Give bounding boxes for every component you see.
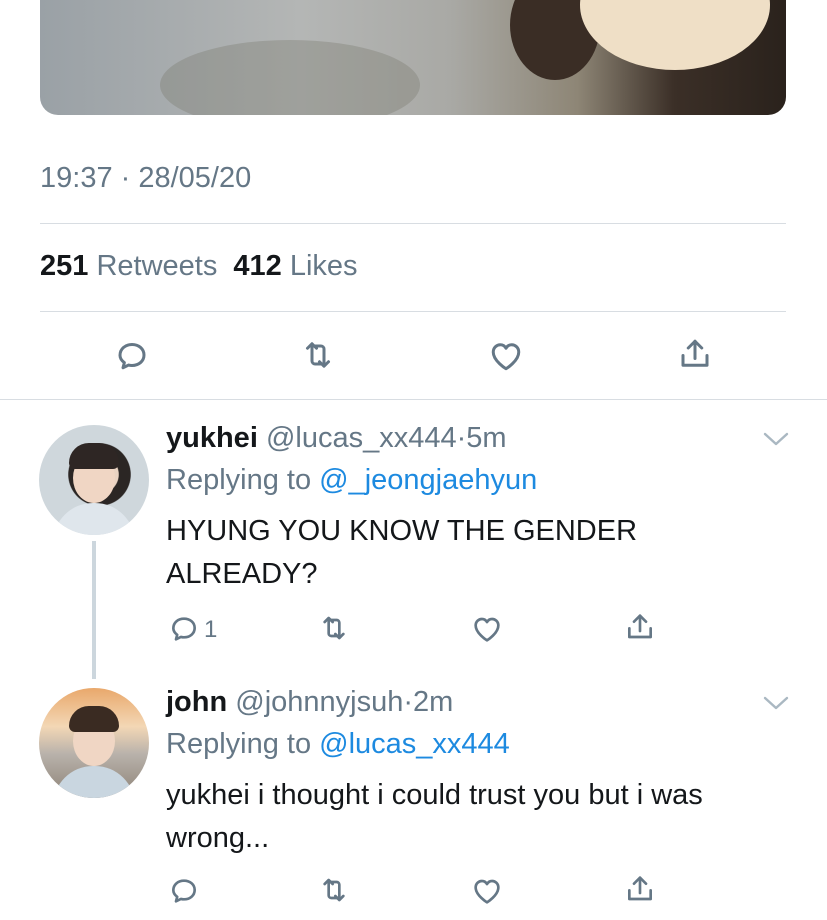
heart-icon[interactable] [488, 338, 524, 374]
reply-count: 1 [204, 616, 218, 643]
divider [40, 311, 786, 312]
likes-label[interactable]: Likes [290, 250, 358, 282]
avatar[interactable] [39, 425, 149, 535]
divider [40, 223, 786, 224]
replying-to: Replying to @lucas_xx444 [166, 728, 510, 761]
divider [0, 399, 827, 400]
reply-icon[interactable] [114, 337, 150, 373]
media-detail [160, 40, 420, 115]
retweets-count[interactable]: 251 [40, 250, 88, 282]
retweets-label[interactable]: Retweets [96, 250, 217, 282]
heart-icon[interactable] [471, 613, 503, 645]
media-detail [580, 0, 770, 70]
avatar-detail [53, 766, 135, 798]
avatar-detail [69, 443, 119, 469]
separator-dot: · [403, 686, 414, 718]
reply-icon[interactable] [168, 612, 200, 644]
reply-time[interactable]: 2m [413, 686, 453, 718]
share-icon[interactable] [677, 336, 713, 372]
reply-icon[interactable] [168, 874, 200, 906]
retweet-icon[interactable] [300, 337, 336, 373]
separator-dot: · [456, 422, 467, 454]
replying-prefix: Replying to [166, 728, 312, 760]
avatar-detail [69, 706, 119, 732]
share-icon[interactable] [624, 873, 656, 905]
reply-header: yukhei @lucas_xx444·5m [166, 422, 507, 455]
share-icon[interactable] [624, 611, 656, 643]
chevron-down-icon[interactable] [762, 430, 790, 448]
mention-link[interactable]: @lucas_xx444 [319, 728, 510, 760]
display-name[interactable]: john [166, 686, 227, 718]
chevron-down-icon[interactable] [762, 694, 790, 712]
heart-icon[interactable] [471, 875, 503, 907]
mention-link[interactable]: @_jeongjaehyun [319, 464, 537, 496]
reply-time[interactable]: 5m [466, 422, 506, 454]
thread-line [92, 541, 96, 679]
likes-count[interactable]: 412 [233, 250, 281, 282]
replying-to: Replying to @_jeongjaehyun [166, 464, 537, 497]
replying-prefix: Replying to [166, 464, 312, 496]
tweet-media-image[interactable] [40, 0, 786, 115]
retweet-icon[interactable] [318, 612, 350, 644]
reply-header: john @johnnyjsuh·2m [166, 686, 453, 719]
tweet-timestamp: 19:37 · 28/05/20 [40, 162, 252, 194]
display-name[interactable]: yukhei [166, 422, 258, 454]
user-handle[interactable]: @lucas_xx444 [266, 422, 457, 454]
avatar-detail [53, 503, 135, 535]
user-handle[interactable]: @johnnyjsuh [235, 686, 403, 718]
avatar[interactable] [39, 688, 149, 798]
reply-text: HYUNG YOU KNOW THE GENDER ALREADY? [166, 515, 638, 590]
reply-text: yukhei i thought i could trust you but i… [166, 779, 703, 854]
tweet-stats: 251 Retweets 412 Likes [40, 250, 366, 283]
retweet-icon[interactable] [318, 874, 350, 906]
